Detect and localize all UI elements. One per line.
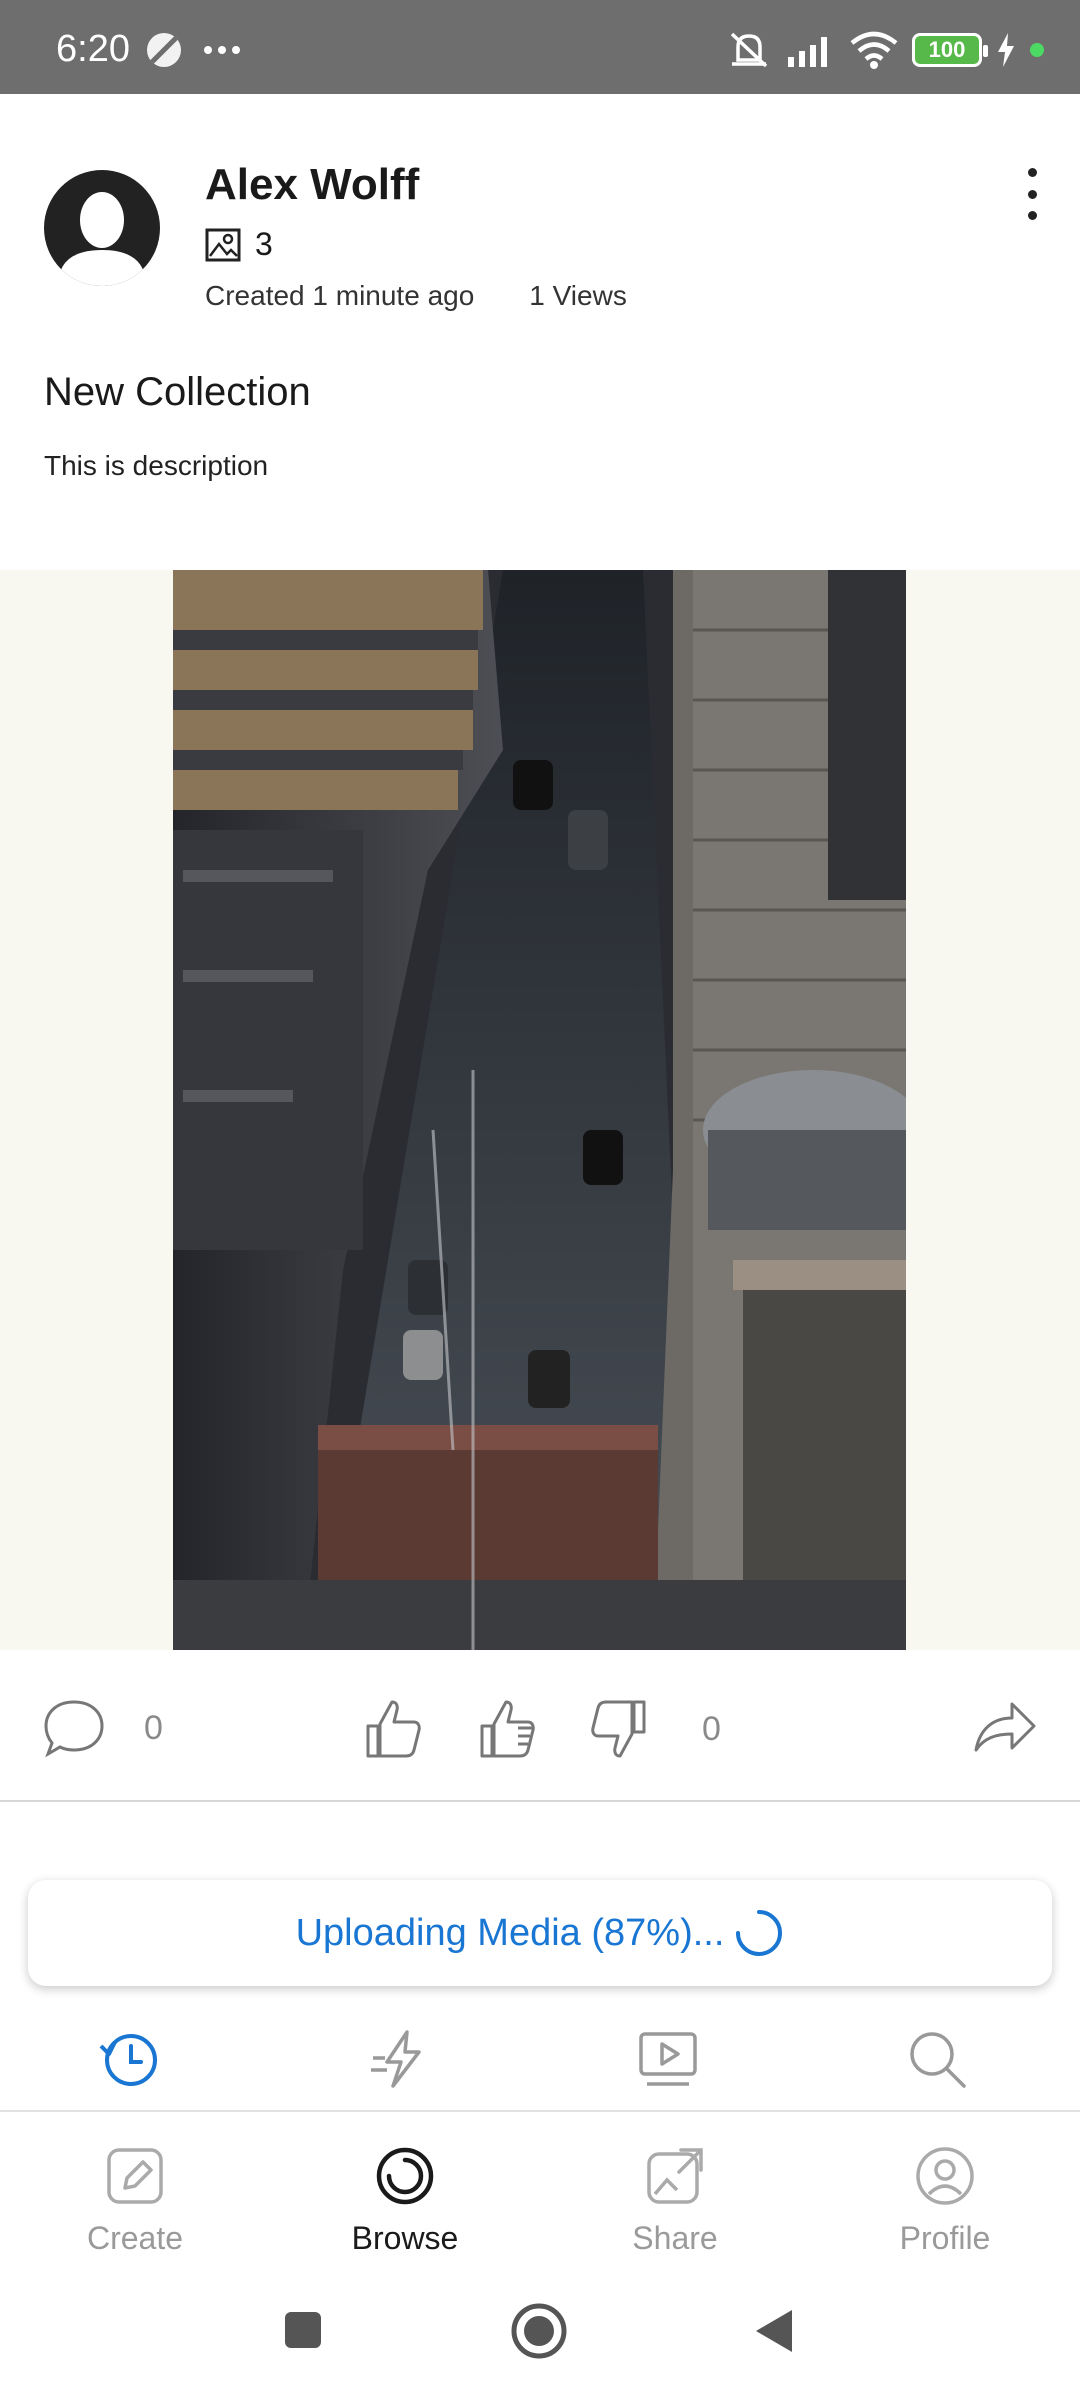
status-bar: 6:20 100 — [0, 0, 1080, 94]
street-photo[interactable] — [173, 570, 906, 1650]
post-actions: 0 0 — [0, 1650, 1080, 1802]
upload-status-text: Uploading Media (87%)... — [295, 1911, 725, 1954]
nav-share[interactable]: Share — [575, 2144, 775, 2257]
comment-icon[interactable] — [42, 1698, 106, 1758]
collection-description: This is description — [44, 450, 269, 481]
privacy-indicator — [1030, 43, 1044, 57]
nav-profile-label: Profile — [899, 2220, 991, 2256]
system-nav-bar — [0, 2290, 1080, 2400]
user-silhouette-icon — [58, 192, 146, 286]
nav-create[interactable]: Create — [35, 2144, 235, 2257]
votes-count: 0 — [702, 1709, 721, 1748]
image-icon — [205, 228, 241, 261]
author-name[interactable]: Alex Wolff — [205, 160, 419, 210]
comments-count: 0 — [144, 1708, 163, 1747]
avatar[interactable] — [44, 170, 160, 286]
feed-sub-nav — [0, 2012, 1080, 2112]
battery-icon: 100 — [912, 33, 988, 67]
loading-spinner-icon — [736, 1910, 783, 1956]
nav-browse-label: Browse — [351, 2220, 459, 2256]
profile-icon — [916, 2147, 974, 2205]
dislike-icon[interactable] — [588, 1698, 652, 1760]
video-icon[interactable] — [633, 2024, 703, 2094]
recent-icon[interactable] — [95, 2024, 165, 2094]
dnd-icon — [147, 33, 181, 67]
media-count: 3 — [255, 226, 273, 262]
search-icon[interactable] — [902, 2024, 972, 2094]
recents-button-icon[interactable] — [283, 2310, 323, 2350]
share-arrow-icon[interactable] — [972, 1698, 1038, 1754]
nav-share-label: Share — [632, 2220, 718, 2256]
bottom-nav: Create Browse Share Profile — [0, 2114, 1080, 2274]
wifi-icon — [850, 31, 898, 69]
trending-icon[interactable] — [365, 2024, 435, 2094]
super-like-icon[interactable] — [474, 1698, 540, 1760]
share-image-icon — [647, 2148, 703, 2204]
browse-icon — [376, 2147, 434, 2205]
home-button-icon[interactable] — [510, 2302, 568, 2360]
charging-icon — [998, 33, 1014, 67]
back-button-icon[interactable] — [752, 2306, 796, 2356]
more-options-icon[interactable] — [1018, 168, 1046, 220]
nav-create-label: Create — [86, 2220, 184, 2256]
collection-title: New Collection — [44, 370, 311, 414]
nav-profile[interactable]: Profile — [845, 2144, 1045, 2257]
status-time: 6:20 — [56, 28, 130, 70]
mute-icon — [730, 32, 768, 68]
views-count: 1 Views — [529, 280, 627, 311]
more-icon — [204, 46, 240, 54]
nav-browse[interactable]: Browse — [305, 2144, 505, 2257]
media-viewer[interactable] — [0, 570, 1080, 1650]
upload-status-toast: Uploading Media (87%)... — [28, 1880, 1052, 1986]
create-icon — [107, 2148, 163, 2204]
signal-icon — [788, 37, 827, 67]
created-time: Created 1 minute ago — [205, 280, 475, 311]
like-icon[interactable] — [360, 1698, 424, 1760]
